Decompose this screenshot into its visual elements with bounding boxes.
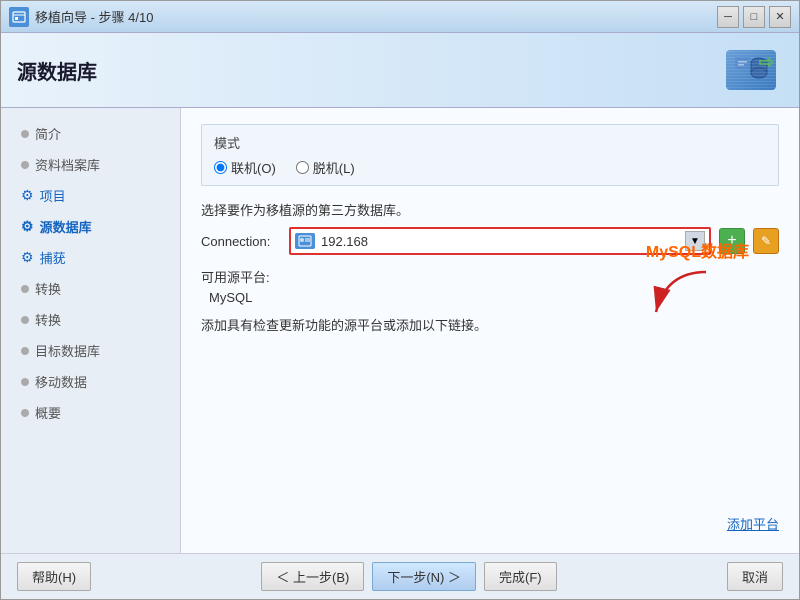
connection-label: Connection: [201, 234, 281, 249]
sidebar-label-capture: 捕莸 [40, 248, 66, 267]
sidebar-dot-intro [21, 130, 29, 138]
footer-right: 取消 [727, 562, 783, 591]
sidebar-label-summary: 概要 [35, 403, 61, 422]
platform-name-mysql: MySQL [209, 290, 779, 305]
sidebar-icon-source-db: ⚙ [21, 218, 34, 235]
sidebar-label-project: 项目 [40, 186, 66, 205]
sidebar-item-capture[interactable]: ⚙ 捕莸 [1, 242, 180, 273]
connection-dropdown-wrapper: ▼ [289, 227, 711, 255]
page-title: 源数据库 [17, 56, 97, 85]
sidebar-label-transform1: 转换 [35, 279, 61, 298]
main-content: 模式 联机(O) 脱机(L) 选择要作为移植源的第三方数据库。 Connecti… [181, 108, 799, 553]
online-mode-option[interactable]: 联机(O) [214, 158, 276, 177]
edit-connection-button[interactable]: ✎ [753, 228, 779, 254]
sidebar-item-project[interactable]: ⚙ 项目 [1, 180, 180, 211]
sidebar-label-intro: 简介 [35, 124, 61, 143]
sidebar-item-migrate-data[interactable]: 移动数据 [1, 366, 180, 397]
page-header: 源数据库 ⇨ [1, 33, 799, 108]
online-mode-label: 联机(O) [231, 158, 276, 177]
description-text: 选择要作为移植源的第三方数据库。 [201, 200, 779, 219]
sidebar-item-summary[interactable]: 概要 [1, 397, 180, 428]
offline-mode-option[interactable]: 脱机(L) [296, 158, 355, 177]
sidebar-dot-migrate-data [21, 378, 29, 386]
sidebar-dot-transform2 [21, 316, 29, 324]
database-icon: ⇨ [726, 50, 776, 90]
footer-left: 帮助(H) [17, 562, 91, 591]
sidebar-item-target-db[interactable]: 目标数据库 [1, 335, 180, 366]
connection-row: Connection: ▼ + ✎ [201, 227, 779, 255]
available-platforms: 可用源平台: MySQL [201, 267, 779, 305]
cancel-button[interactable]: 取消 [727, 562, 783, 591]
connection-icon [295, 233, 315, 249]
radio-group: 联机(O) 脱机(L) [214, 158, 766, 177]
minimize-button[interactable]: ─ [717, 6, 739, 28]
arrow-icon: ⇨ [759, 52, 774, 73]
sidebar: 简介 资料档案库 ⚙ 项目 ⚙ 源数据库 ⚙ 捕莸 转换 [1, 108, 181, 553]
offline-radio[interactable] [296, 161, 309, 174]
sidebar-item-intro[interactable]: 简介 [1, 118, 180, 149]
sidebar-dot-archive [21, 161, 29, 169]
title-bar: 移植向导 - 步骤 4/10 ─ □ ✕ [1, 1, 799, 33]
sidebar-item-transform2[interactable]: 转换 [1, 304, 180, 335]
content-area: 简介 资料档案库 ⚙ 项目 ⚙ 源数据库 ⚙ 捕莸 转换 [1, 108, 799, 553]
add-connection-button[interactable]: + [719, 228, 745, 254]
prev-button[interactable]: ＜ 上一步(B) [261, 562, 364, 591]
sidebar-item-transform1[interactable]: 转换 [1, 273, 180, 304]
platforms-label: 可用源平台: [201, 267, 779, 286]
mode-title: 模式 [214, 133, 766, 152]
header-icon: ⇨ [719, 45, 783, 95]
connection-dropdown-arrow[interactable]: ▼ [685, 231, 705, 251]
help-button[interactable]: 帮助(H) [17, 562, 91, 591]
connection-input[interactable] [321, 234, 679, 249]
sidebar-icon-project: ⚙ [21, 187, 34, 204]
footer-center: ＜ 上一步(B) 下一步(N) ＞ 完成(F) [261, 562, 556, 591]
app-icon [9, 7, 29, 27]
add-platform-link[interactable]: 添加平台 [727, 514, 779, 533]
sidebar-dot-transform1 [21, 285, 29, 293]
main-window: 移植向导 - 步骤 4/10 ─ □ ✕ 源数据库 ⇨ [0, 0, 800, 600]
footer: 帮助(H) ＜ 上一步(B) 下一步(N) ＞ 完成(F) 取消 [1, 553, 799, 599]
sidebar-label-archive: 资料档案库 [35, 155, 100, 174]
sidebar-item-source-db[interactable]: ⚙ 源数据库 [1, 211, 180, 242]
sidebar-label-migrate-data: 移动数据 [35, 372, 87, 391]
close-button[interactable]: ✕ [769, 6, 791, 28]
window-controls: ─ □ ✕ [717, 6, 791, 28]
add-link-text: 添加具有检查更新功能的源平台或添加以下链接。 [201, 315, 779, 334]
sidebar-dot-target-db [21, 347, 29, 355]
sidebar-label-transform2: 转换 [35, 310, 61, 329]
mode-section: 模式 联机(O) 脱机(L) [201, 124, 779, 186]
online-radio[interactable] [214, 161, 227, 174]
sidebar-label-source-db: 源数据库 [40, 217, 92, 236]
window-title: 移植向导 - 步骤 4/10 [35, 7, 717, 26]
maximize-button[interactable]: □ [743, 6, 765, 28]
finish-button[interactable]: 完成(F) [484, 562, 557, 591]
sidebar-item-archive[interactable]: 资料档案库 [1, 149, 180, 180]
next-button[interactable]: 下一步(N) ＞ [372, 562, 476, 591]
sidebar-dot-summary [21, 409, 29, 417]
sidebar-icon-capture: ⚙ [21, 249, 34, 266]
sidebar-label-target-db: 目标数据库 [35, 341, 100, 360]
offline-mode-label: 脱机(L) [313, 158, 355, 177]
